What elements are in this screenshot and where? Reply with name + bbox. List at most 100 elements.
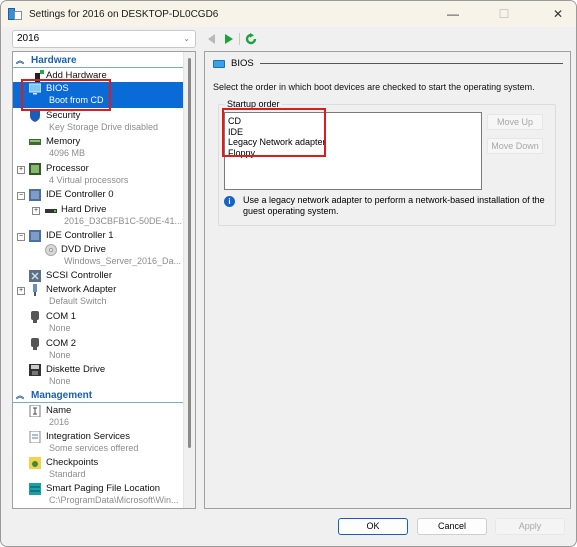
- tree-item-sublabel: Key Storage Drive disabled: [49, 122, 159, 132]
- triangle-left-icon: [208, 34, 215, 44]
- bios-header-label: BIOS: [231, 58, 254, 69]
- tree-item-label: COM 1: [46, 311, 77, 322]
- tree-item-name[interactable]: Name 2016: [13, 404, 183, 430]
- integration-icon: [29, 431, 41, 443]
- tree-item-sublabel: None: [49, 350, 71, 360]
- collapse-chevron-icon: ︽: [16, 55, 24, 65]
- tree-item-sublabel: 2016_D3CBFB1C-50DE-41...: [64, 216, 183, 226]
- controller-icon: [29, 230, 41, 242]
- close-button[interactable]: ✕: [538, 1, 576, 27]
- hardware-section-header[interactable]: ︽ Hardware: [13, 54, 183, 68]
- collapse-icon[interactable]: −: [17, 233, 25, 241]
- paging-icon: [29, 483, 41, 495]
- processor-icon: [29, 163, 41, 175]
- hard-drive-icon: [45, 209, 57, 213]
- scsi-icon: [29, 270, 41, 282]
- maximize-button[interactable]: ☐: [484, 1, 524, 27]
- refresh-button[interactable]: [245, 32, 257, 46]
- scrollbar-thumb[interactable]: [188, 58, 191, 448]
- tree-item-label: Name: [46, 405, 72, 416]
- tree-item-label: SCSI Controller: [46, 270, 112, 281]
- tree-item-sublabel: Some services offered: [49, 443, 139, 453]
- tree-item-label: Hard Drive: [61, 204, 107, 215]
- monitor-icon: [213, 59, 225, 68]
- shield-icon: [30, 111, 40, 122]
- expand-icon[interactable]: +: [32, 207, 40, 215]
- tree-item-ide-controller-1[interactable]: − IDE Controller 1: [13, 229, 183, 243]
- controller-icon: [29, 189, 41, 201]
- settings-tree: ︽ Hardware Add Hardware BIOS Boot from C…: [12, 51, 196, 509]
- back-button[interactable]: [206, 32, 218, 46]
- info-note: i Use a legacy network adapter to perfor…: [224, 195, 553, 217]
- tree-scrollbar[interactable]: [183, 52, 195, 508]
- move-up-button[interactable]: Move Up: [487, 114, 543, 130]
- expand-icon[interactable]: +: [17, 287, 25, 295]
- info-text: Use a legacy network adapter to perform …: [243, 195, 545, 216]
- com-port-icon: [31, 338, 39, 350]
- tree-item-label: Smart Paging File Location: [46, 483, 161, 494]
- tree-item-network-adapter[interactable]: + Network Adapter Default Switch: [13, 283, 183, 309]
- management-section-header[interactable]: ︽ Management: [13, 389, 183, 403]
- floppy-icon: [29, 364, 41, 376]
- minimize-button[interactable]: —: [433, 1, 473, 27]
- tree-item-hard-drive[interactable]: + Hard Drive 2016_D3CBFB1C-50DE-41...: [13, 203, 183, 229]
- tree-item-label: Memory: [46, 136, 81, 147]
- move-down-button[interactable]: Move Down: [487, 138, 543, 154]
- maximize-icon: ☐: [498, 7, 510, 21]
- tree-item-label: Network Adapter: [46, 284, 117, 295]
- tree-item-sublabel: 4 Virtual processors: [49, 175, 129, 185]
- tree-item-label: Diskette Drive: [46, 364, 106, 375]
- tree-item-com1[interactable]: COM 1 None: [13, 310, 183, 336]
- hardware-section-label: Hardware: [31, 55, 77, 66]
- tree-item-memory[interactable]: Memory 4096 MB: [13, 135, 183, 161]
- tree-item-dvd-drive[interactable]: DVD Drive Windows_Server_2016_Da...: [13, 243, 183, 269]
- tree-item-smart-paging[interactable]: Smart Paging File Location C:\ProgramDat…: [13, 482, 183, 508]
- tree-item-sublabel: 2016: [49, 417, 70, 427]
- tree-item-checkpoints[interactable]: Checkpoints Standard: [13, 456, 183, 482]
- dvd-icon: [45, 244, 57, 256]
- tree-item-sublabel: Default Switch: [49, 296, 107, 306]
- tree-item-label: IDE Controller 0: [46, 189, 114, 200]
- tree-item-sublabel: None: [49, 323, 71, 333]
- cancel-button[interactable]: Cancel: [417, 518, 487, 535]
- name-icon: [29, 405, 41, 417]
- tree-item-sublabel: C:\ProgramData\Microsoft\Win...: [49, 495, 179, 505]
- forward-button[interactable]: [223, 32, 235, 46]
- title-bar: Settings for 2016 on DESKTOP-DL0CGD6 — ☐…: [1, 1, 576, 27]
- tree-item-label: Processor: [46, 163, 89, 174]
- bios-description: Select the order in which boot devices a…: [213, 82, 535, 92]
- memory-icon: [29, 139, 41, 145]
- tree-item-scsi-controller[interactable]: SCSI Controller: [13, 269, 183, 283]
- tree-item-label: IDE Controller 1: [46, 230, 114, 241]
- toolbar: 2016 ⌄: [1, 27, 576, 51]
- tree-item-label: Security: [46, 110, 81, 121]
- tree-item-security[interactable]: Security Key Storage Drive disabled: [13, 109, 183, 135]
- refresh-icon: [245, 33, 257, 45]
- com-port-icon: [31, 311, 39, 323]
- network-adapter-icon: [33, 284, 37, 296]
- highlight-box-startup-order: [222, 108, 326, 157]
- tree-item-label: DVD Drive: [61, 244, 106, 255]
- tree-item-ide-controller-0[interactable]: − IDE Controller 0: [13, 188, 183, 202]
- vm-selected-value: 2016: [17, 33, 40, 44]
- close-icon: ✕: [552, 7, 564, 21]
- vm-selector-dropdown[interactable]: 2016 ⌄: [12, 30, 196, 48]
- ok-button[interactable]: OK: [338, 518, 408, 535]
- tree-item-label: Checkpoints: [46, 457, 99, 468]
- tree-item-integration-services[interactable]: Integration Services Some services offer…: [13, 430, 183, 456]
- tree-item-diskette-drive[interactable]: Diskette Drive None: [13, 363, 183, 389]
- checkpoint-icon: [29, 457, 41, 469]
- collapse-icon[interactable]: −: [17, 192, 25, 200]
- settings-app-icon: [8, 7, 22, 21]
- tree-item-sublabel: 4096 MB: [49, 148, 86, 158]
- tree-item-sublabel: Standard: [49, 469, 86, 479]
- bios-header: BIOS: [213, 58, 563, 69]
- header-divider: [259, 63, 563, 64]
- window-title: Settings for 2016 on DESKTOP-DL0CGD6: [29, 8, 219, 20]
- tree-item-sublabel: Windows_Server_2016_Da...: [64, 256, 182, 266]
- tree-item-processor[interactable]: + Processor 4 Virtual processors: [13, 162, 183, 188]
- toolbar-separator: [239, 33, 240, 45]
- tree-item-com2[interactable]: COM 2 None: [13, 337, 183, 363]
- expand-icon[interactable]: +: [17, 166, 25, 174]
- apply-button[interactable]: Apply: [495, 518, 565, 535]
